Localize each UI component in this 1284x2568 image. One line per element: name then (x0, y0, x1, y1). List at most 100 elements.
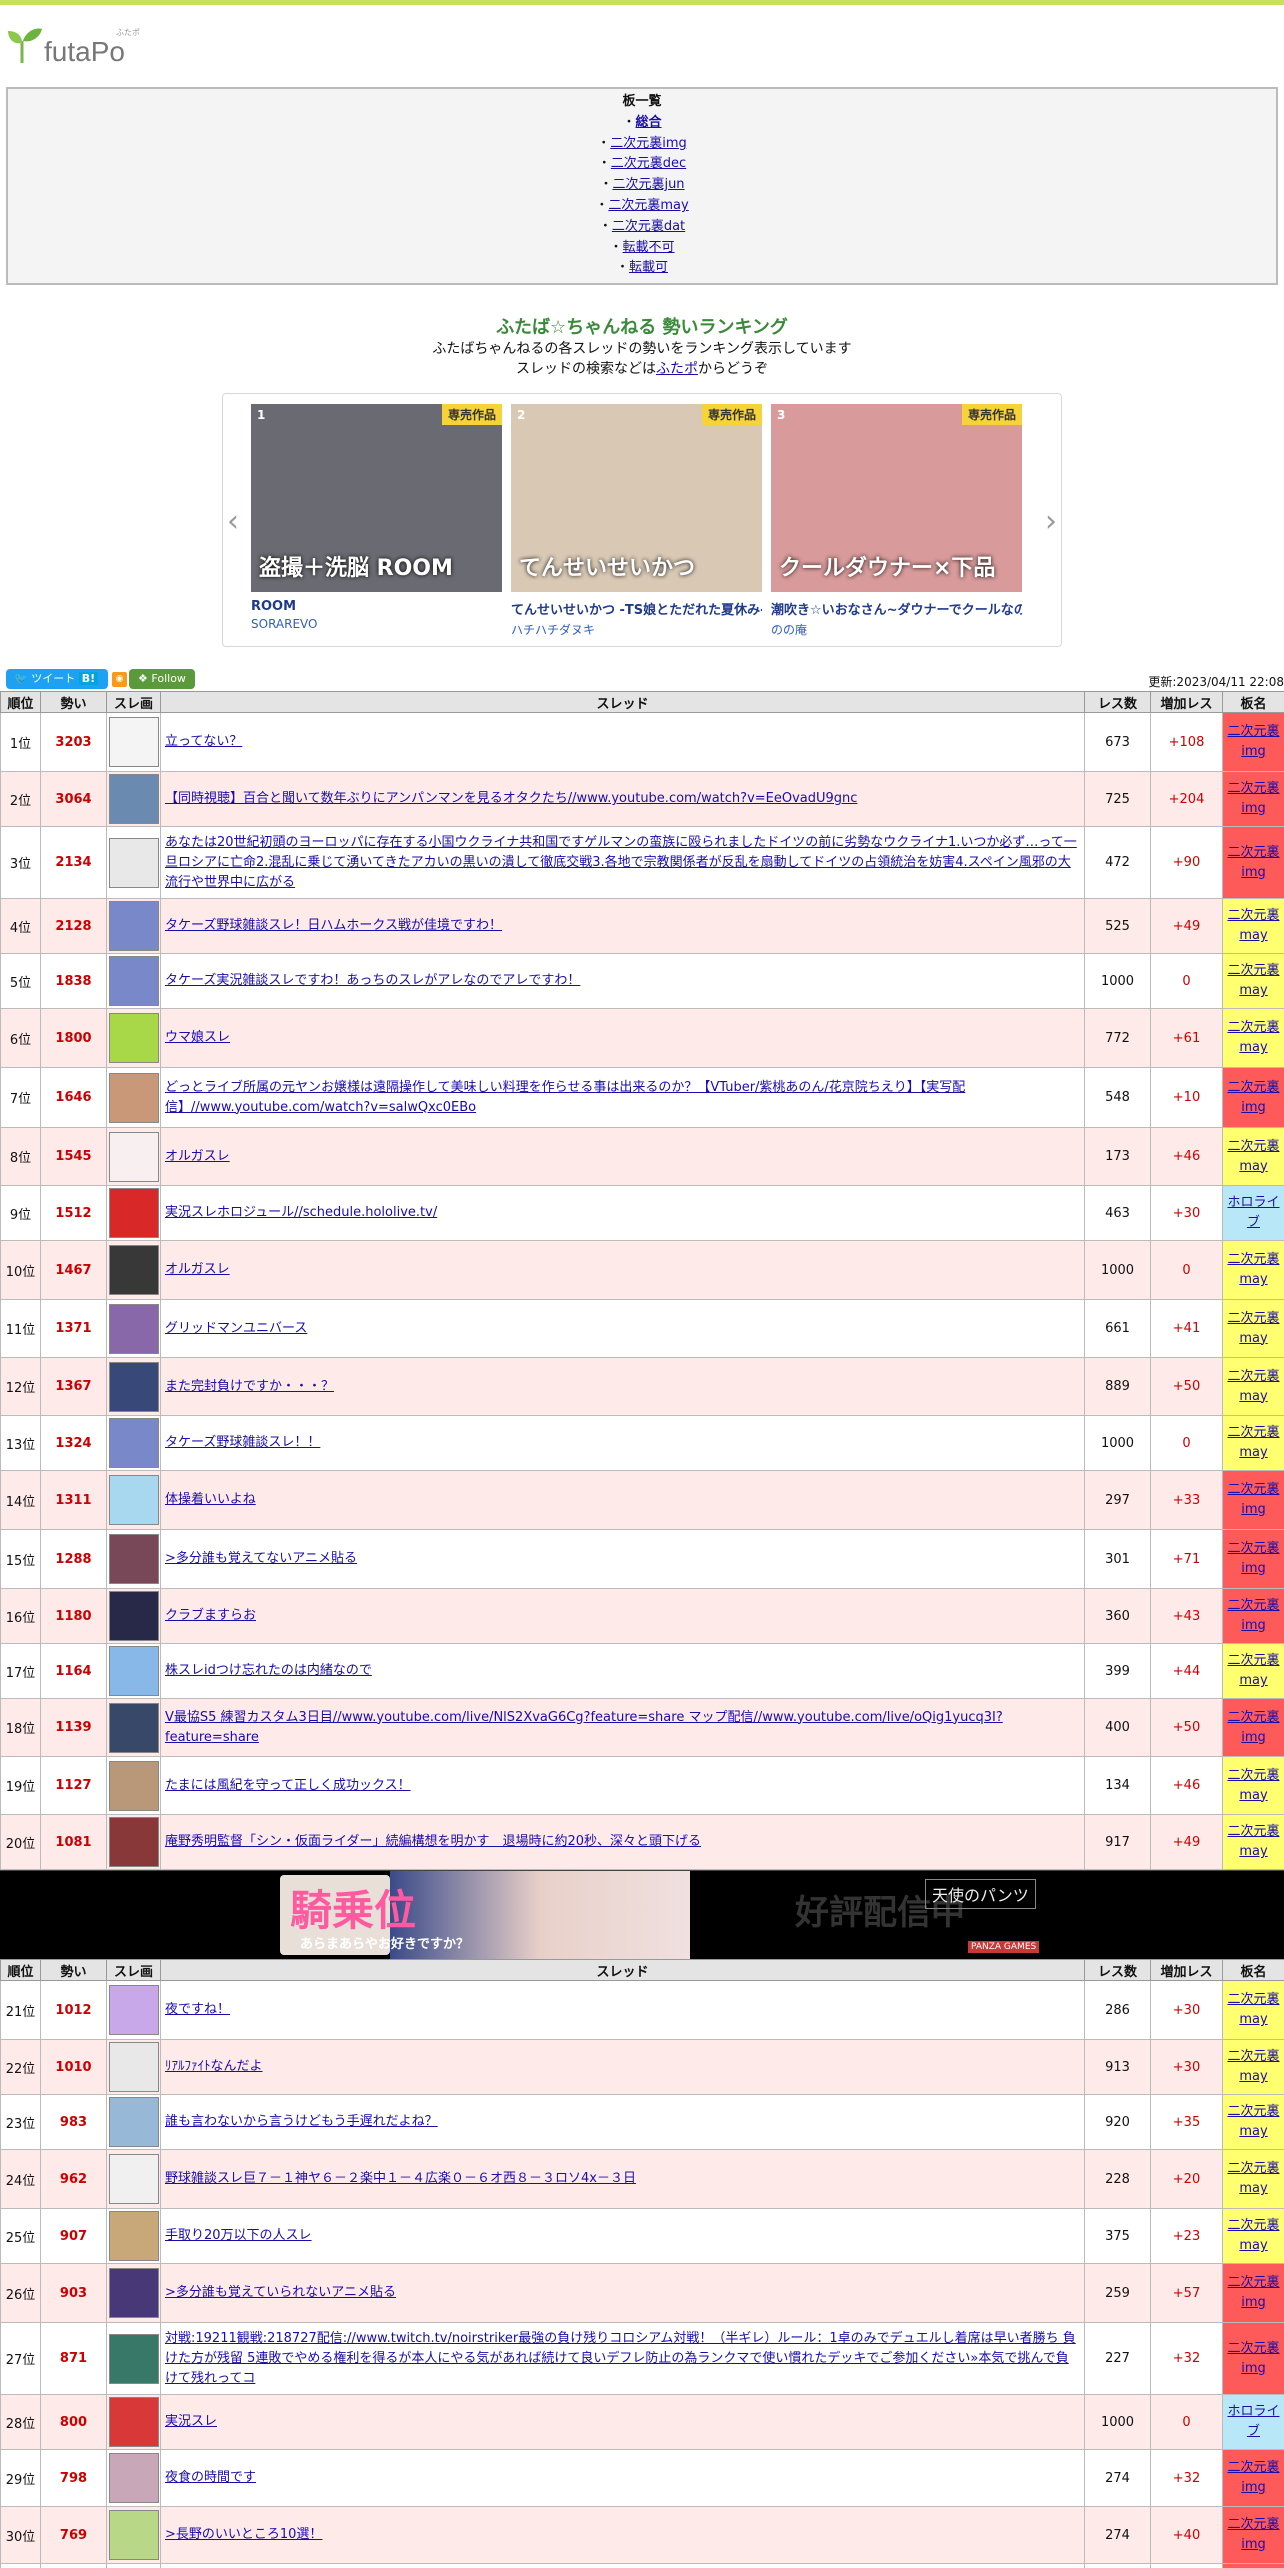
thread-link[interactable]: タケーズ実況雑談スレですわ！あっちのスレがアレなのでアレですわ！ (165, 973, 580, 988)
thread-link[interactable]: 実況スレホロジュール//schedule.hololive.tv/ (165, 1205, 437, 1220)
thread-thumbnail[interactable] (109, 2268, 159, 2318)
hatena-bookmark-icon[interactable]: B! (78, 672, 99, 685)
rss-icon[interactable]: ◉ (112, 672, 127, 687)
thread-link[interactable]: グリッドマンユニバース (165, 1321, 307, 1336)
thread-link[interactable]: たまには風紀を守って正しく成功ックス！ (165, 1778, 411, 1793)
thread-thumbnail[interactable] (109, 1131, 159, 1182)
thread-thumbnail[interactable] (109, 1534, 159, 1584)
slide-title[interactable]: てんせいせいかつ -TS娘とただれた夏休み- (511, 599, 762, 618)
thread-thumbnail[interactable] (109, 1702, 159, 1753)
thread-thumbnail[interactable] (109, 1013, 159, 1063)
carousel-slide[interactable]: 3 専売作品 クールダウナー×下品 潮吹き☆いおなさん~ダウナーでクールなの の… (771, 404, 1022, 638)
thread-link[interactable]: タケーズ野球雑談スレ！日ハムホークス戦が佳境ですわ！ (165, 918, 502, 933)
board-name-link[interactable]: 二次元裏 img (1227, 1541, 1279, 1576)
thread-link[interactable]: また完封負けですか・・・？ (165, 1379, 334, 1394)
thread-link[interactable]: 夜食の時間です (165, 2470, 256, 2485)
carousel-next-icon[interactable]: › (1045, 504, 1057, 539)
board-name-link[interactable]: 二次元裏 may (1227, 1425, 1279, 1460)
follow-button[interactable]: ❖ Follow (129, 669, 195, 689)
carousel-slide[interactable]: 1 専売作品 盗撮＋洗脳 ROOM ROOM SORAREVO (251, 404, 502, 631)
thread-link[interactable]: >長野のいいところ10選！ (165, 2527, 322, 2542)
board-name-link[interactable]: 二次元裏 img (1227, 1598, 1279, 1633)
thread-link[interactable]: あなたは20世紀初頭のヨーロッパに存在する小国ウクライナ共和国ですゲルマンの蛮族… (165, 835, 1077, 890)
thread-link[interactable]: ﾘｱﾙﾌｧｲﾄなんだよ (165, 2059, 263, 2074)
thread-link[interactable]: >多分誰も覚えていられないアニメ貼る (165, 2285, 396, 2300)
board-name-link[interactable]: 二次元裏 may (1227, 2161, 1279, 2196)
carousel-prev-icon[interactable]: ‹ (227, 504, 239, 539)
thread-thumbnail[interactable] (109, 1985, 159, 2035)
thread-link[interactable]: 【同時視聴】百合と聞いて数年ぶりにアンパンマンを見るオタクたち//www.you… (165, 791, 857, 806)
tweet-button[interactable]: 🐦 ツイート B! (6, 669, 108, 689)
slide-title[interactable]: 潮吹き☆いおなさん~ダウナーでクールなの (771, 599, 1022, 618)
board-link[interactable]: 二次元裏may (608, 198, 688, 213)
thread-thumbnail[interactable] (109, 2333, 159, 2384)
thread-thumbnail[interactable] (109, 774, 159, 824)
thread-link[interactable]: ウマ娘スレ (165, 1030, 230, 1045)
thread-thumbnail[interactable] (109, 1303, 159, 1354)
thread-link[interactable]: 対戦:19211観戦:218727配信://www.twitch.tv/noir… (165, 2331, 1076, 2386)
thread-link[interactable]: 手取り20万以下の人スレ (165, 2228, 312, 2243)
thread-link[interactable]: 株スレidつけ忘れたのは内緒なので (165, 1663, 372, 1678)
board-name-link[interactable]: 二次元裏 may (1227, 1369, 1279, 1404)
thread-thumbnail[interactable] (109, 956, 159, 1006)
thread-thumbnail[interactable] (109, 2397, 159, 2447)
board-link[interactable]: 転載可 (629, 260, 668, 275)
thread-link[interactable]: 野球雑談スレ巨７－１神ヤ６－２楽中１－４広楽０－６オ西８－３ロソ4x－３日 (165, 2171, 636, 2186)
thread-link[interactable]: 夜ですね！ (165, 2002, 230, 2017)
board-name-link[interactable]: 二次元裏 img (1227, 2517, 1279, 2552)
thread-link[interactable]: オルガスレ (165, 1262, 230, 1277)
slide-image[interactable]: 2 専売作品 てんせいせいかつ (511, 404, 762, 592)
board-link[interactable]: 総合 (636, 115, 662, 130)
thread-link[interactable]: V最協S5 練習カスタム3日目//www.youtube.com/live/Nl… (165, 1710, 1003, 1745)
slide-title[interactable]: ROOM (251, 599, 502, 614)
board-name-link[interactable]: 二次元裏 may (1227, 1139, 1279, 1174)
thread-link[interactable]: 庵野秀明監督「シン・仮面ライダー」続編構想を明かす 退場時に約20秒、深々と頭下… (165, 1834, 701, 1849)
board-name-link[interactable]: 二次元裏 img (1227, 724, 1279, 759)
thread-link[interactable]: クラブますらお (165, 1608, 256, 1623)
carousel-slide[interactable]: 2 専売作品 てんせいせいかつ てんせいせいかつ -TS娘とただれた夏休み- ハ… (511, 404, 762, 638)
thread-thumbnail[interactable] (109, 1760, 159, 1811)
board-name-link[interactable]: 二次元裏 may (1227, 908, 1279, 943)
thread-thumbnail[interactable] (109, 1072, 159, 1123)
board-name-link[interactable]: 二次元裏 may (1227, 1992, 1279, 2027)
thread-thumbnail[interactable] (109, 1475, 159, 1525)
board-name-link[interactable]: ホロライブ (1227, 2404, 1279, 2439)
board-name-link[interactable]: 二次元裏 img (1227, 1080, 1279, 1115)
board-link[interactable]: 二次元裏dec (611, 156, 686, 171)
thread-thumbnail[interactable] (109, 1817, 159, 1867)
board-name-link[interactable]: 二次元裏 may (1227, 1020, 1279, 1055)
thread-link[interactable]: どっとライブ所属の元ヤンお嬢様は遠隔操作して美味しい料理を作らせる事は出来るのか… (165, 1080, 965, 1115)
board-name-link[interactable]: 二次元裏 img (1227, 2341, 1279, 2376)
thread-link[interactable]: 体操着いいよね (165, 1492, 256, 1507)
thread-thumbnail[interactable] (109, 2154, 159, 2204)
board-link[interactable]: 二次元裏img (610, 136, 687, 151)
thread-thumbnail[interactable] (109, 1245, 159, 1295)
thread-thumbnail[interactable] (109, 2211, 159, 2261)
board-name-link[interactable]: 二次元裏 img (1227, 781, 1279, 816)
thread-link[interactable]: オルガスレ (165, 1149, 230, 1164)
board-name-link[interactable]: 二次元裏 img (1227, 2275, 1279, 2310)
thread-thumbnail[interactable] (109, 717, 159, 767)
board-name-link[interactable]: 二次元裏 may (1227, 2049, 1279, 2084)
board-name-link[interactable]: 二次元裏 img (1227, 1482, 1279, 1517)
thread-thumbnail[interactable] (109, 1361, 159, 1412)
slide-image[interactable]: 1 専売作品 盗撮＋洗脳 ROOM (251, 404, 502, 592)
thread-thumbnail[interactable] (109, 901, 159, 951)
board-name-link[interactable]: 二次元裏 may (1227, 963, 1279, 998)
board-name-link[interactable]: 二次元裏 img (1227, 845, 1279, 880)
board-name-link[interactable]: 二次元裏 may (1227, 1311, 1279, 1346)
ad-banner[interactable]: 騎乗位 あらまあらやお好きですか？ 好評配信中 天使のパンツ PANZA GAM… (0, 1870, 1284, 1959)
board-name-link[interactable]: 二次元裏 img (1227, 2460, 1279, 2495)
futapo-link[interactable]: ふたポ (656, 361, 698, 377)
board-link[interactable]: 二次元裏dat (612, 219, 685, 234)
thread-thumbnail[interactable] (109, 1418, 159, 1468)
board-name-link[interactable]: ホロライブ (1227, 1195, 1279, 1230)
board-name-link[interactable]: 二次元裏 may (1227, 1824, 1279, 1859)
thread-thumbnail[interactable] (109, 2097, 159, 2147)
thread-thumbnail[interactable] (109, 1646, 159, 1696)
thread-thumbnail[interactable] (109, 837, 159, 888)
thread-link[interactable]: 誰も言わないから言うけどもう手遅れだよね？ (165, 2114, 438, 2129)
thread-thumbnail[interactable] (109, 2042, 159, 2092)
board-name-link[interactable]: 二次元裏 may (1227, 2104, 1279, 2139)
slide-author[interactable]: ハチハチダヌキ (511, 621, 762, 638)
